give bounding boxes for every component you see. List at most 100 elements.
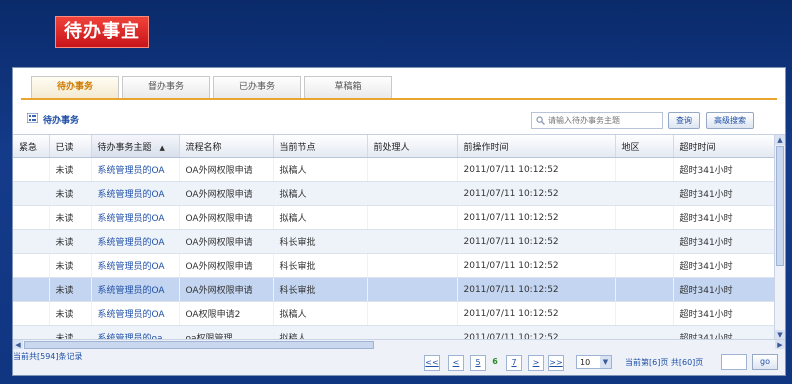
advanced-search-button[interactable]: 高级搜索 [706, 112, 754, 129]
table-row[interactable]: 未读 系统管理员的OA OA外网权限申请 科长审批 2011/07/11 10:… [13, 229, 776, 254]
tab-supervise[interactable]: 督办事务 [122, 76, 210, 98]
table-header: 紧急 已读 待办事务主题 ▲ 流程名称 当前节点 前处理人 前操作时间 地区 超时… [13, 135, 776, 158]
cell-subject-link[interactable]: 系统管理员的OA [91, 181, 180, 206]
cell-urgent [13, 157, 50, 182]
table-row[interactable]: 未读 系统管理员的OA OA外网权限申请 科长审批 2011/07/11 10:… [13, 253, 776, 278]
col-subject[interactable]: 待办事务主题 ▲ [91, 135, 180, 158]
cell-overtime: 超时341小时 [673, 157, 776, 182]
tab-drafts[interactable]: 草稿箱 [304, 76, 392, 98]
cell-process: OA权限申请2 [179, 301, 274, 326]
sort-asc-icon: ▲ [159, 143, 165, 152]
cell-read: 未读 [49, 229, 92, 254]
col-urgent[interactable]: 紧急 [13, 135, 50, 158]
cell-overtime: 超时341小时 [673, 181, 776, 206]
col-node[interactable]: 当前节点 [273, 135, 368, 158]
cell-prev-handler [367, 181, 458, 206]
cell-time: 2011/07/11 10:12:52 [457, 205, 616, 230]
cell-overtime: 超时341小时 [673, 301, 776, 326]
goto-page-input[interactable] [721, 354, 747, 370]
page-info: 当前第[6]页 共[60]页 [625, 358, 704, 367]
cell-node: 拟稿人 [273, 157, 368, 182]
cell-read: 未读 [49, 157, 92, 182]
cell-time: 2011/07/11 10:12:52 [457, 181, 616, 206]
search-box [531, 112, 663, 129]
cell-overtime: 超时341小时 [673, 253, 776, 278]
cell-urgent [13, 301, 50, 326]
cell-read: 未读 [49, 301, 92, 326]
todo-panel: 待办事务 督办事务 已办事务 草稿箱 待办事务 查询 高级搜索 [12, 67, 786, 376]
cell-prev-handler [367, 157, 458, 182]
cell-time: 2011/07/11 10:12:52 [457, 229, 616, 254]
page-size-select[interactable]: 10 ▼ [576, 355, 612, 369]
tab-underline [21, 98, 777, 100]
col-subject-label: 待办事务主题 [97, 142, 152, 153]
cell-region [615, 253, 674, 278]
cell-overtime: 超时341小时 [673, 229, 776, 254]
cell-prev-handler [367, 301, 458, 326]
cell-time: 2011/07/11 10:12:52 [457, 301, 616, 326]
page-7-link[interactable]: 7 [506, 355, 522, 371]
cell-subject-link[interactable]: 系统管理员的OA [91, 277, 180, 302]
col-overtime[interactable]: 超时时间 [673, 135, 776, 158]
col-read[interactable]: 已读 [49, 135, 92, 158]
cell-region [615, 157, 674, 182]
cell-subject-link[interactable]: 系统管理员的OA [91, 253, 180, 278]
cell-subject-link[interactable]: 系统管理员的OA [91, 229, 180, 254]
page-title: 待办事宜 [55, 16, 149, 48]
cell-region [615, 301, 674, 326]
cell-node: 科长审批 [273, 277, 368, 302]
cell-time: 2011/07/11 10:12:52 [457, 277, 616, 302]
cell-subject-link[interactable]: 系统管理员的OA [91, 301, 180, 326]
next-page-button[interactable]: > [528, 355, 544, 371]
cell-urgent [13, 205, 50, 230]
cell-node: 科长审批 [273, 253, 368, 278]
vertical-scrollbar[interactable]: ▲ ▼ [774, 135, 785, 340]
table-row[interactable]: 未读 系统管理员的OA OA外网权限申请 拟稿人 2011/07/11 10:1… [13, 205, 776, 230]
cell-process: oa权限管理 [179, 325, 274, 340]
cell-prev-handler [367, 253, 458, 278]
vertical-scroll-thumb[interactable] [776, 146, 784, 266]
col-prev-handler[interactable]: 前处理人 [367, 135, 458, 158]
prev-page-button[interactable]: < [448, 355, 464, 371]
tab-todo[interactable]: 待办事务 [31, 76, 119, 98]
search-icon [536, 116, 545, 125]
first-page-button[interactable]: << [424, 355, 440, 371]
current-page: 6 [492, 357, 498, 366]
query-button[interactable]: 查询 [668, 112, 700, 129]
table-row[interactable]: 未读 系统管理员的oa oa权限管理 拟稿人 2011/07/11 10:12:… [13, 325, 776, 340]
pagination-bar: 当前共[594]条记录 << < 5 6 7 > >> 10 ▼ 当前第[6]页… [13, 349, 785, 375]
col-time[interactable]: 前操作时间 [457, 135, 616, 158]
cell-process: OA外网权限申请 [179, 181, 274, 206]
search-input[interactable] [548, 114, 658, 126]
scroll-up-icon[interactable]: ▲ [775, 135, 785, 145]
cell-read: 未读 [49, 277, 92, 302]
cell-overtime: 超时341小时 [673, 325, 776, 340]
cell-subject-link[interactable]: 系统管理员的oa [91, 325, 180, 340]
cell-time: 2011/07/11 10:12:52 [457, 253, 616, 278]
table-row[interactable]: 未读 系统管理员的OA OA外网权限申请 拟稿人 2011/07/11 10:1… [13, 157, 776, 182]
cell-process: OA外网权限申请 [179, 253, 274, 278]
cell-region [615, 325, 674, 340]
cell-prev-handler [367, 229, 458, 254]
page-5-link[interactable]: 5 [470, 355, 486, 371]
cell-urgent [13, 253, 50, 278]
cell-node: 科长审批 [273, 229, 368, 254]
col-region[interactable]: 地区 [615, 135, 674, 158]
cell-subject-link[interactable]: 系统管理员的OA [91, 157, 180, 182]
last-page-button[interactable]: >> [548, 355, 564, 371]
cell-node: 拟稿人 [273, 181, 368, 206]
cell-read: 未读 [49, 181, 92, 206]
cell-region [615, 181, 674, 206]
cell-subject-link[interactable]: 系统管理员的OA [91, 205, 180, 230]
go-button[interactable]: go [752, 354, 778, 370]
horizontal-scroll-thumb[interactable] [24, 341, 374, 349]
table-row[interactable]: 未读 系统管理员的OA OA外网权限申请 拟稿人 2011/07/11 10:1… [13, 181, 776, 206]
cell-urgent [13, 181, 50, 206]
cell-process: OA外网权限申请 [179, 277, 274, 302]
col-process[interactable]: 流程名称 [179, 135, 274, 158]
tab-done[interactable]: 已办事务 [213, 76, 301, 98]
table-row[interactable]: 未读 系统管理员的OA OA权限申请2 拟稿人 2011/07/11 10:12… [13, 301, 776, 326]
cell-urgent [13, 325, 50, 340]
table-row-selected[interactable]: 未读 系统管理员的OA OA外网权限申请 科长审批 2011/07/11 10:… [13, 277, 776, 302]
cell-node: 拟稿人 [273, 301, 368, 326]
